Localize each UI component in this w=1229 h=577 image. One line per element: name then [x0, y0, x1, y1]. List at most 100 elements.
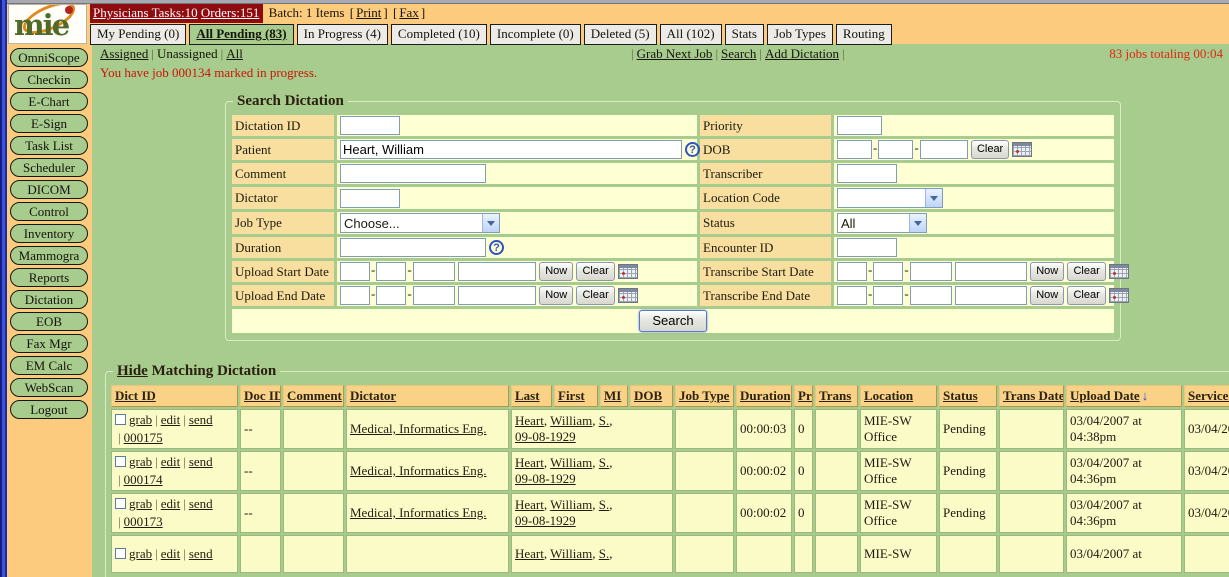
col-trans-date[interactable]: Trans Date — [1003, 388, 1064, 403]
status-select[interactable]: All — [837, 213, 927, 233]
edit-link[interactable]: edit — [161, 496, 181, 511]
col-doc-id[interactable]: Doc ID — [244, 388, 281, 403]
search-button[interactable]: Search — [639, 310, 706, 332]
send-link[interactable]: send — [189, 412, 213, 427]
sidebar-item-checkin[interactable]: Checkin — [10, 70, 88, 89]
comment-input[interactable] — [340, 164, 486, 183]
sidebar-item-reports[interactable]: Reports — [10, 268, 88, 287]
col-service-date[interactable]: Service Date — [1188, 388, 1229, 403]
encounter-id-input[interactable] — [837, 238, 897, 257]
row-checkbox[interactable] — [115, 414, 126, 425]
transcribe-start-now-button[interactable]: Now — [1030, 262, 1064, 281]
transcribe-end-year-input[interactable] — [910, 286, 952, 305]
upload-start-now-button[interactable]: Now — [539, 262, 573, 281]
dob-calendar-icon[interactable] — [1012, 142, 1032, 157]
col-location[interactable]: Location — [864, 388, 913, 403]
patient-first-link[interactable]: William — [550, 413, 592, 428]
dict-id-link[interactable]: 000175 — [124, 430, 163, 445]
patient-last-link[interactable]: Heart — [515, 497, 544, 512]
transcribe-end-time-input[interactable] — [955, 286, 1027, 305]
upload-end-now-button[interactable]: Now — [539, 286, 573, 305]
assigned-link[interactable]: Assigned — [100, 46, 148, 61]
duration-input[interactable] — [340, 238, 486, 257]
patient-dob-link[interactable]: 09-08-1929 — [515, 513, 576, 528]
dictator-input[interactable] — [340, 189, 400, 208]
transcribe-start-year-input[interactable] — [910, 262, 952, 281]
row-checkbox[interactable] — [115, 456, 126, 467]
sidebar-item-em-calc[interactable]: EM Calc — [10, 356, 88, 375]
add-dictation-link[interactable]: Add Dictation — [765, 46, 839, 61]
col-trans[interactable]: Trans — [819, 388, 851, 403]
transcribe-start-month-input[interactable] — [837, 262, 867, 281]
col-comment[interactable]: Comment — [287, 388, 342, 403]
patient-mi-link[interactable]: S. — [599, 497, 609, 512]
chevron-down-icon[interactable] — [909, 214, 926, 232]
chevron-down-icon[interactable] — [925, 189, 942, 207]
upload-start-calendar-icon[interactable] — [618, 264, 638, 279]
grab-link[interactable]: grab — [129, 454, 152, 469]
sort-descending-icon[interactable]: ↓ — [1142, 388, 1149, 404]
upload-start-day-input[interactable] — [376, 262, 406, 281]
dict-id-link[interactable]: 000174 — [124, 472, 163, 487]
patient-dob-link[interactable]: 09-08-1929 — [515, 471, 576, 486]
dictator-link[interactable]: Medical, Informatics Eng. — [350, 463, 486, 478]
upload-end-calendar-icon[interactable] — [618, 288, 638, 303]
location-code-select[interactable] — [837, 188, 943, 208]
hide-link[interactable]: Hide — [117, 363, 148, 379]
col-mi[interactable]: MI — [604, 388, 621, 403]
duration-help-icon[interactable]: ? — [489, 240, 504, 255]
patient-mi-link[interactable]: S. — [599, 455, 609, 470]
edit-link[interactable]: edit — [161, 546, 181, 561]
patient-first-link[interactable]: William — [550, 455, 592, 470]
dob-day-input[interactable] — [878, 140, 913, 159]
dict-id-link[interactable]: 000173 — [124, 514, 163, 529]
col-last[interactable]: Last — [515, 388, 540, 403]
transcriber-input[interactable] — [837, 164, 897, 183]
upload-end-time-input[interactable] — [458, 286, 536, 305]
transcribe-end-clear-button[interactable]: Clear — [1067, 286, 1105, 305]
sidebar-item-omniscope[interactable]: OmniScope — [10, 48, 88, 67]
edit-link[interactable]: edit — [161, 412, 181, 427]
transcribe-start-day-input[interactable] — [873, 262, 903, 281]
tab-in-progress[interactable]: In Progress (4) — [297, 24, 388, 45]
job-type-select[interactable]: Choose... — [340, 213, 500, 233]
grab-link[interactable]: grab — [129, 496, 152, 511]
patient-last-link[interactable]: Heart — [515, 413, 544, 428]
transcribe-end-now-button[interactable]: Now — [1030, 286, 1064, 305]
tab-routing[interactable]: Routing — [836, 24, 892, 45]
transcribe-end-month-input[interactable] — [837, 286, 867, 305]
transcribe-start-time-input[interactable] — [955, 262, 1027, 281]
sidebar-item-dictation[interactable]: Dictation — [10, 290, 88, 309]
sidebar-item-e-chart[interactable]: E-Chart — [10, 92, 88, 111]
search-link[interactable]: Search — [721, 46, 756, 61]
patient-first-link[interactable]: William — [550, 497, 592, 512]
transcribe-end-calendar-icon[interactable] — [1109, 288, 1129, 303]
sidebar-item-task-list[interactable]: Task List — [10, 136, 88, 155]
upload-end-month-input[interactable] — [340, 286, 370, 305]
grab-link[interactable]: grab — [129, 412, 152, 427]
send-link[interactable]: send — [189, 496, 213, 511]
priority-input[interactable] — [837, 116, 882, 135]
transcribe-start-calendar-icon[interactable] — [1109, 264, 1129, 279]
patient-first-link[interactable]: William — [550, 546, 592, 561]
upload-start-month-input[interactable] — [340, 262, 370, 281]
col-upload-date[interactable]: Upload Date — [1070, 388, 1140, 403]
col-first[interactable]: First — [558, 388, 585, 403]
col-dict-id[interactable]: Dict ID — [115, 388, 156, 403]
patient-input[interactable] — [340, 140, 682, 159]
upload-end-year-input[interactable] — [413, 286, 455, 305]
dob-clear-button[interactable]: Clear — [971, 140, 1009, 159]
tab-all-pending[interactable]: All Pending (83) — [189, 24, 293, 45]
col-dob[interactable]: DOB — [634, 388, 662, 403]
sidebar-item-inventory[interactable]: Inventory — [10, 224, 88, 243]
send-link[interactable]: send — [189, 454, 213, 469]
transcribe-end-day-input[interactable] — [873, 286, 903, 305]
edit-link[interactable]: edit — [161, 454, 181, 469]
grab-next-job-link[interactable]: Grab Next Job — [637, 46, 713, 61]
sidebar-item-mammography[interactable]: Mammogra — [10, 246, 88, 265]
upload-end-clear-button[interactable]: Clear — [576, 286, 614, 305]
patient-help-icon[interactable]: ? — [685, 142, 700, 157]
sidebar-item-dicom[interactable]: DICOM — [10, 180, 88, 199]
row-checkbox[interactable] — [115, 548, 126, 559]
col-dictator[interactable]: Dictator — [350, 388, 396, 403]
